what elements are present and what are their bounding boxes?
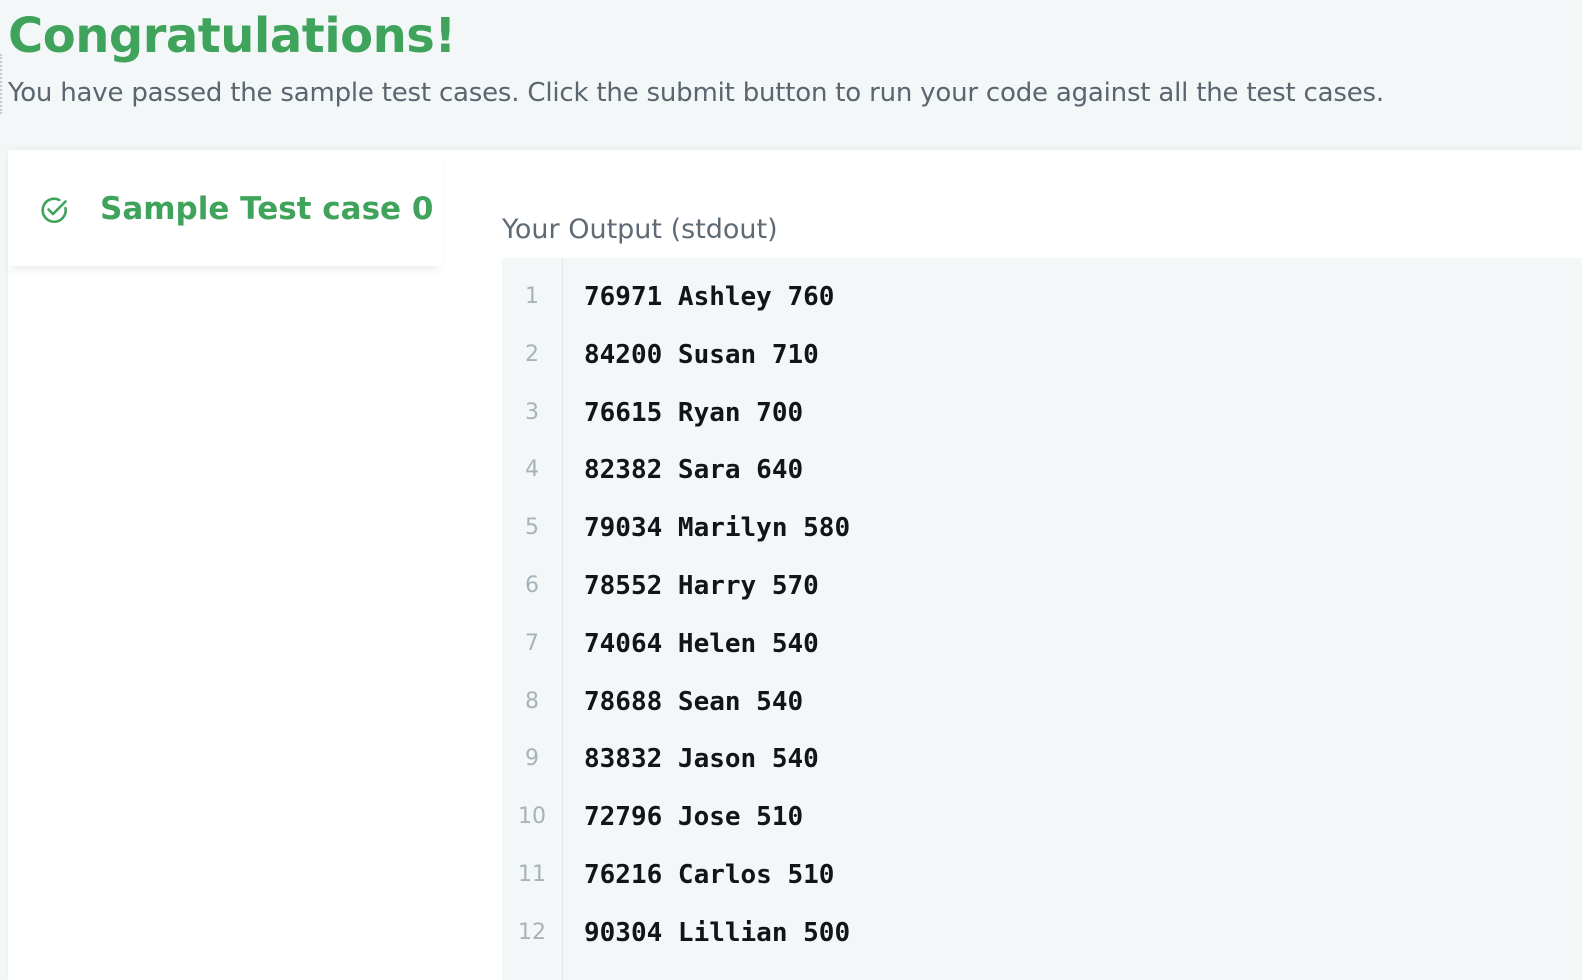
line-text: 72796 Jose 510 [584, 802, 804, 833]
line-text: 79034 Marilyn 580 [584, 513, 851, 544]
output-line: 5 79034 Marilyn 580 [502, 499, 1582, 557]
output-line: 8 78688 Sean 540 [502, 673, 1582, 731]
left-edge-marker [0, 54, 4, 114]
tab-label: Sample Test case 0 [100, 191, 434, 227]
output-line: 7 74064 Helen 540 [502, 615, 1582, 673]
output-line: 11 76216 Carlos 510 [502, 846, 1582, 904]
output-line: 12 90304 Lillian 500 [502, 904, 1582, 962]
line-number: 6 [525, 573, 539, 598]
result-message: You have passed the sample test cases. C… [8, 78, 1384, 108]
output-line: 9 83832 Jason 540 [502, 730, 1582, 788]
line-number: 10 [518, 804, 546, 830]
line-text: 78688 Sean 540 [584, 686, 804, 717]
stdout-viewer: 1 76971 Ashley 760 2 84200 Susan 710 3 76615 … [502, 258, 1582, 980]
check-circle-icon [41, 197, 67, 224]
line-number: 12 [518, 919, 546, 945]
line-text: 84200 Susan 710 [584, 339, 819, 370]
line-text: 76615 Ryan 700 [584, 397, 804, 428]
output-line: 2 84200 Susan 710 [502, 326, 1582, 384]
output-line: 3 76615 Ryan 700 [502, 384, 1582, 442]
output-line: 1 76971 Ashley 760 [502, 268, 1582, 326]
line-number: 2 [525, 341, 539, 367]
output-line: 4 82382 Sara 640 [502, 441, 1582, 499]
tab-sample-test-case-0[interactable]: Sample Test case 0 [8, 150, 442, 266]
line-text: 83832 Jason 540 [584, 744, 819, 775]
line-number: 1 [525, 284, 539, 309]
line-number: 5 [525, 515, 539, 541]
line-number: 11 [518, 862, 546, 887]
line-text: 82382 Sara 640 [584, 455, 804, 486]
output-heading: Your Output (stdout) [502, 214, 778, 245]
line-text: 74064 Helen 540 [584, 628, 819, 659]
test-results-panel: Sample Test case 0 Your Output (stdout) … [8, 150, 1582, 980]
line-text: 76971 Ashley 760 [584, 282, 835, 312]
page-title: Congratulations! [8, 8, 456, 64]
line-number: 7 [525, 630, 539, 656]
line-text: 90304 Lillian 500 [584, 917, 851, 948]
output-line: 6 78552 Harry 570 [502, 557, 1582, 615]
line-text: 76216 Carlos 510 [584, 860, 835, 890]
output-line: 10 72796 Jose 510 [502, 788, 1582, 846]
line-number: 4 [525, 457, 539, 483]
line-number: 3 [525, 399, 539, 425]
line-number: 8 [525, 688, 539, 714]
line-number: 9 [525, 746, 539, 772]
line-text: 78552 Harry 570 [584, 571, 819, 601]
